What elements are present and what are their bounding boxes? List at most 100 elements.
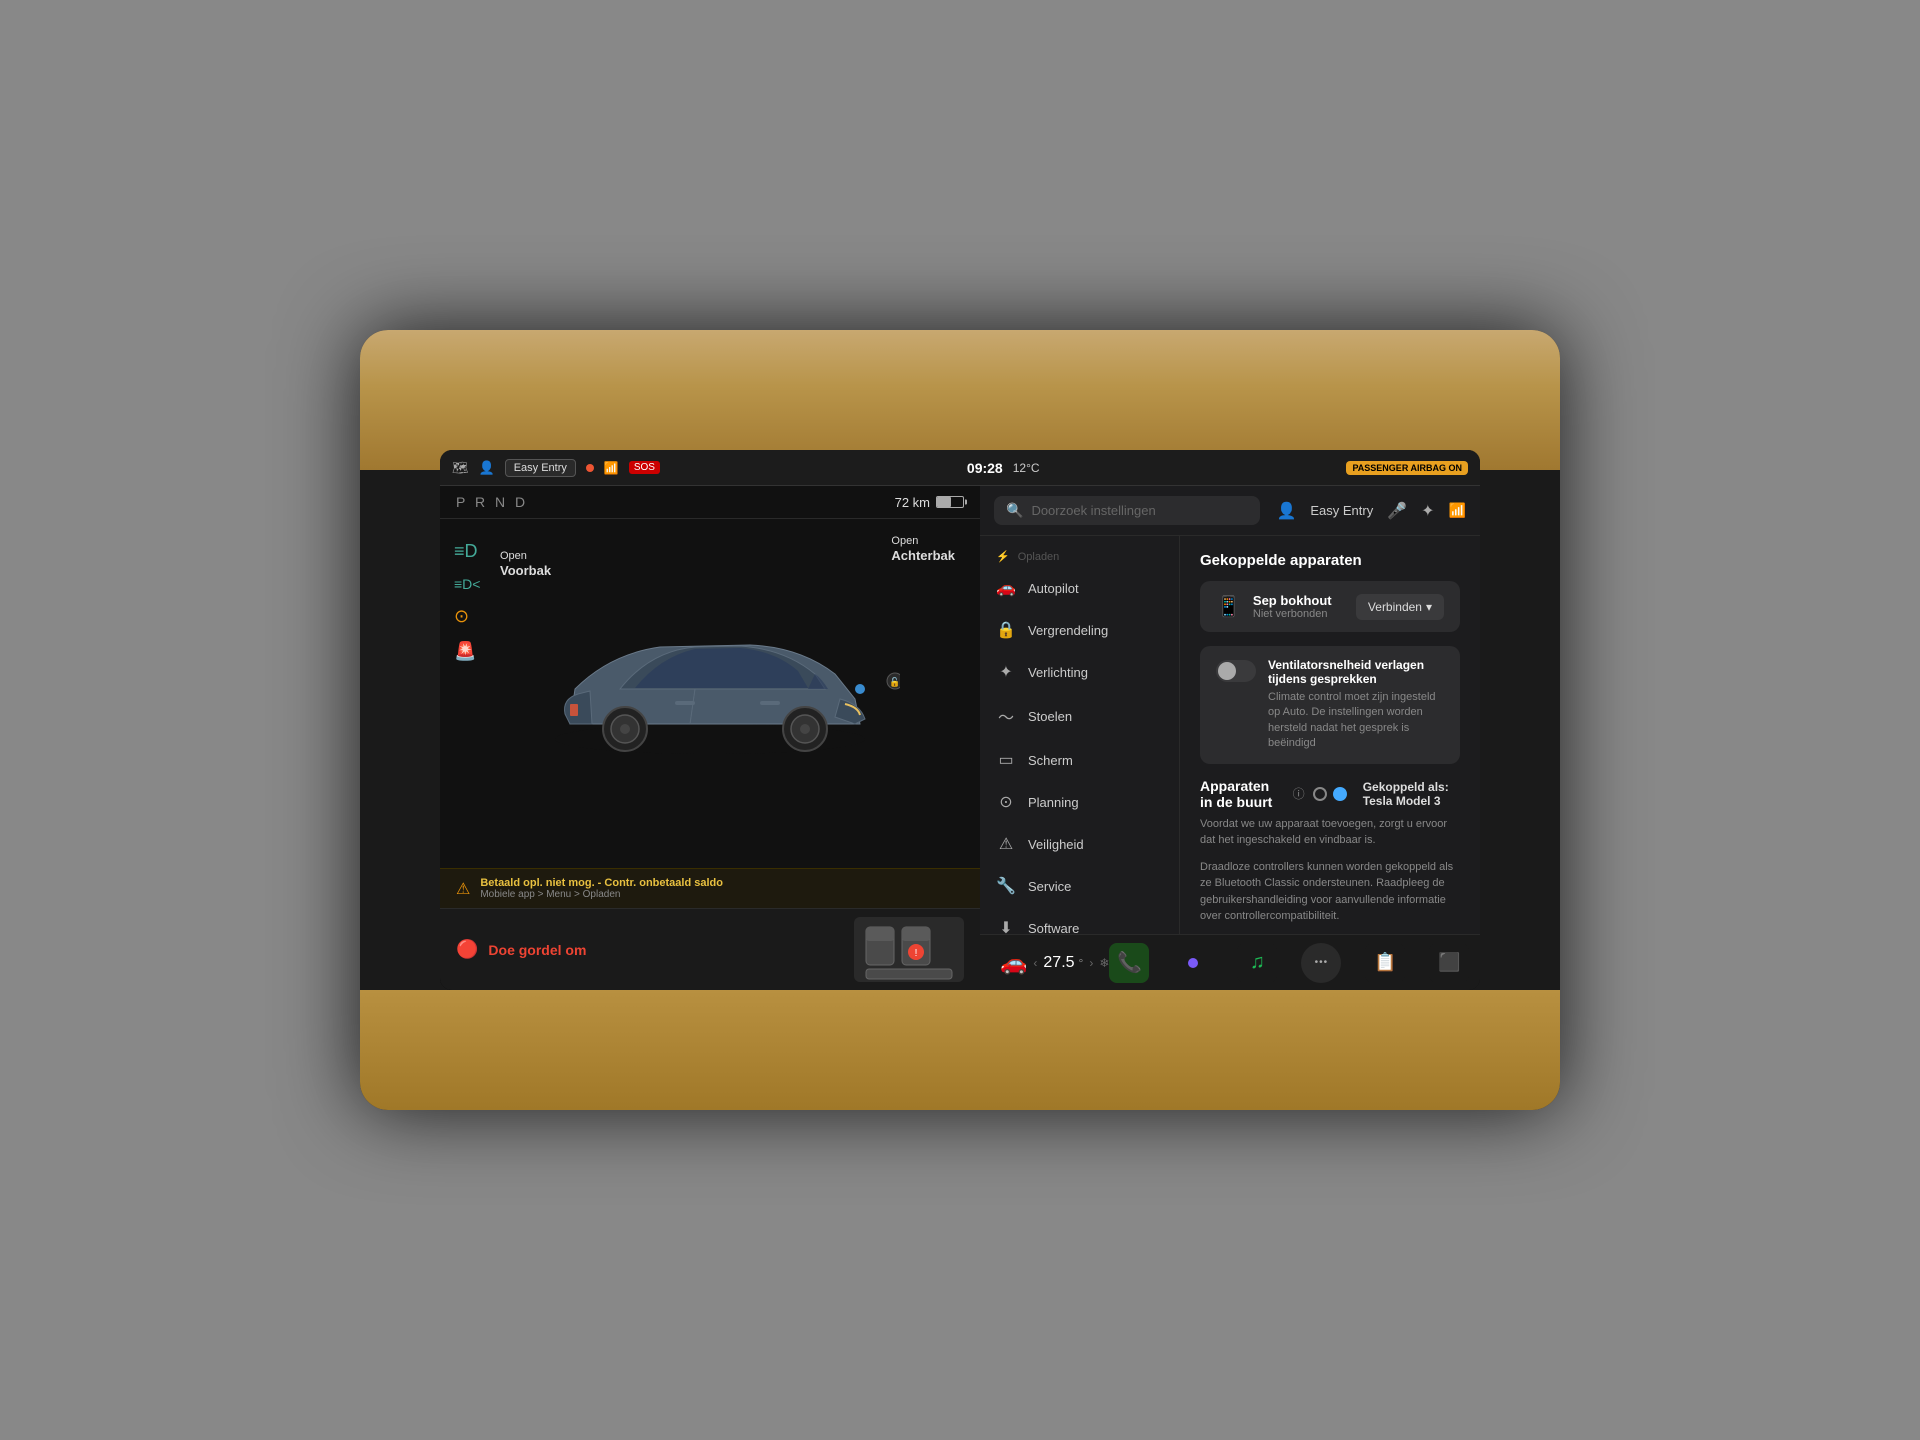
toggle-row[interactable]: Ventilatorsnelheid verlagen tijdens gesp… (1200, 646, 1460, 764)
mic-icon[interactable]: 🎤 (1387, 501, 1407, 521)
nav-item-verlichting[interactable]: ✦ Verlichting (980, 651, 1179, 693)
search-container[interactable]: 🔍 Doorzoek instellingen (994, 496, 1260, 525)
nav-item-scherm[interactable]: ▭ Scherm (980, 739, 1179, 781)
status-right: PASSENGER AIRBAG ON (1346, 461, 1468, 475)
nav-item-autopilot-label: Autopilot (1028, 581, 1079, 596)
seatbelt-bar: 🔴 Doe gordel om (440, 908, 980, 990)
easy-entry-label-text: Easy Entry (1310, 503, 1373, 518)
model-label: Gekoppeld als: Tesla Model 3 (1363, 780, 1460, 808)
search-icon: 🔍 (1006, 502, 1023, 519)
alert-icon: ⚠ (456, 879, 470, 899)
toggle-text-group: Ventilatorsnelheid verlagen tijdens gesp… (1268, 658, 1444, 752)
screen-icon: ▭ (996, 750, 1016, 770)
svg-text:!: ! (915, 948, 918, 959)
status-left: 🗺 👤 Easy Entry 📶 SOS (452, 459, 660, 477)
app-spotify[interactable]: ♫ (1237, 943, 1277, 983)
wifi-status-icon: 📶 (604, 461, 619, 475)
account-icon: 👤 (1276, 501, 1296, 521)
taskbar-left: 🚗 ‹ 27.5 ° › ❄ (1000, 950, 1109, 976)
device-phone-icon: 📱 (1216, 594, 1241, 619)
app-media[interactable] (1173, 943, 1213, 983)
chevron-left: ‹ (1033, 956, 1037, 970)
nav-item-vergrendeling[interactable]: 🔒 Vergrendeling (980, 609, 1179, 651)
km-display: 72 km (895, 495, 964, 510)
nav-item-autopilot[interactable]: 🚗 Autopilot (980, 567, 1179, 609)
nav-menu: ⚡ Opladen 🚗 Autopilot 🔒 Vergrendeling (980, 536, 1180, 934)
airbag-badge: PASSENGER AIRBAG ON (1346, 461, 1468, 475)
wifi-icon: 📶 (1449, 502, 1466, 519)
temp-unit: ° (1079, 956, 1084, 970)
recent-icon: 📋 (1374, 952, 1396, 973)
autopilot-icon: 🚗 (996, 578, 1016, 598)
nav-item-stoelen[interactable]: 〜 Stoelen (980, 693, 1179, 739)
battery-fill (937, 497, 951, 507)
alert-text-group: Betaald opl. niet mog. - Contr. onbetaal… (480, 877, 723, 900)
easy-entry-status: Easy Entry (505, 459, 576, 477)
km-value: 72 km (895, 495, 930, 510)
wrench-icon: 🔧 (996, 876, 1016, 896)
alert-main-text: Betaald opl. niet mog. - Contr. onbetaal… (480, 877, 723, 889)
nav-item-software[interactable]: ⬇ Software (980, 907, 1179, 934)
settings-content: Gekoppelde apparaten 📱 Sep bokhout Niet … (1180, 536, 1480, 934)
status-bar: 🗺 👤 Easy Entry 📶 SOS 09:28 12°C PASSENGE… (440, 450, 1480, 486)
seatbelt-left: 🔴 Doe gordel om (456, 939, 586, 960)
wood-trim-bottom (360, 990, 1560, 1110)
alert-bar: ⚠ Betaald opl. niet mog. - Contr. onbeta… (440, 868, 980, 908)
connect-button[interactable]: Verbinden ▾ (1356, 594, 1444, 620)
info-text-1: Voordat we uw apparaat toevoegen, zorgt … (1200, 816, 1460, 849)
search-right: 👤 Easy Entry 🎤 ✦ 📶 (1276, 501, 1466, 521)
toggle-switch[interactable] (1216, 660, 1256, 682)
content-area: P R N D 72 km ≡D ≡D< ⊙ 🚨 (440, 486, 1480, 990)
light-icon: ✦ (996, 662, 1016, 682)
nearby-title: Apparaten in de buurt ⓘ Gekoppeld als: T… (1200, 778, 1460, 810)
app-phone[interactable]: 📞 (1109, 943, 1149, 983)
temp-value: 27.5 (1043, 954, 1074, 972)
nav-item-planning-label: Planning (1028, 795, 1079, 810)
alert-sub-text: Mobiele app > Menu > Opladen (480, 889, 723, 900)
chevron-right: › (1089, 956, 1093, 970)
section-title: Gekoppelde apparaten (1200, 552, 1460, 569)
bluetooth-icon: ✦ (1421, 501, 1434, 521)
prnd-bar: P R N D 72 km (440, 486, 980, 519)
temperature-status: 12°C (1013, 461, 1040, 475)
nav-item-service[interactable]: 🔧 Service (980, 865, 1179, 907)
person-icon: 👤 (479, 460, 495, 476)
app-recent[interactable]: 📋 (1365, 943, 1405, 983)
radio-dot-2[interactable] (1333, 787, 1347, 801)
nav-item-vergrendeling-label: Vergrendeling (1028, 623, 1108, 638)
info-text-2: Draadloze controllers kunnen worden geko… (1200, 859, 1460, 925)
nav-item-stoelen-label: Stoelen (1028, 709, 1072, 724)
seatbelt-warning-icon: 🔴 (456, 939, 478, 960)
ac-icon: ❄ (1099, 956, 1109, 970)
seatbelt-text: Doe gordel om (488, 942, 586, 958)
door-label-front: Open Voorbak (500, 549, 551, 580)
info-icon: ⓘ (1293, 785, 1305, 802)
lock-icon: 🔒 (996, 620, 1016, 640)
door-rear-name: Achterbak (891, 548, 955, 565)
recording-dot (586, 464, 594, 472)
svg-text:🔓: 🔓 (889, 676, 900, 687)
device-info: Sep bokhout Niet verbonden (1253, 593, 1344, 620)
media-icon (1188, 958, 1198, 968)
door-rear-action: Open (891, 534, 955, 548)
temp-display[interactable]: 27.5 ° (1043, 954, 1083, 972)
radio-dot-1[interactable] (1313, 787, 1327, 801)
main-display: 🗺 👤 Easy Entry 📶 SOS 09:28 12°C PASSENGE… (440, 450, 1480, 990)
app-more[interactable]: ••• (1301, 943, 1341, 983)
nav-item-planning[interactable]: ⊙ Planning (980, 781, 1179, 823)
settings-container: ⚡ Opladen 🚗 Autopilot 🔒 Vergrendeling (980, 536, 1480, 934)
plan-icon: ⊙ (996, 792, 1016, 812)
nav-item-veiligheid-label: Veiligheid (1028, 837, 1084, 852)
car-button[interactable]: 🚗 (1000, 950, 1027, 976)
clock: 09:28 (967, 460, 1003, 476)
device-name: Sep bokhout (1253, 593, 1344, 608)
nav-item-veiligheid[interactable]: ⚠ Veiligheid (980, 823, 1179, 865)
wood-trim-top (360, 330, 1560, 470)
right-panel: 🔍 Doorzoek instellingen 👤 Easy Entry 🎤 ✦… (980, 486, 1480, 990)
easy-entry-status-label: Easy Entry (514, 462, 567, 474)
device-card[interactable]: 📱 Sep bokhout Niet verbonden Verbinden ▾ (1200, 581, 1460, 632)
door-front-name: Voorbak (500, 563, 551, 580)
app-cards[interactable]: ⬛ (1429, 943, 1469, 983)
search-placeholder: Doorzoek instellingen (1031, 503, 1155, 518)
safety-icon: ⚠ (996, 834, 1016, 854)
